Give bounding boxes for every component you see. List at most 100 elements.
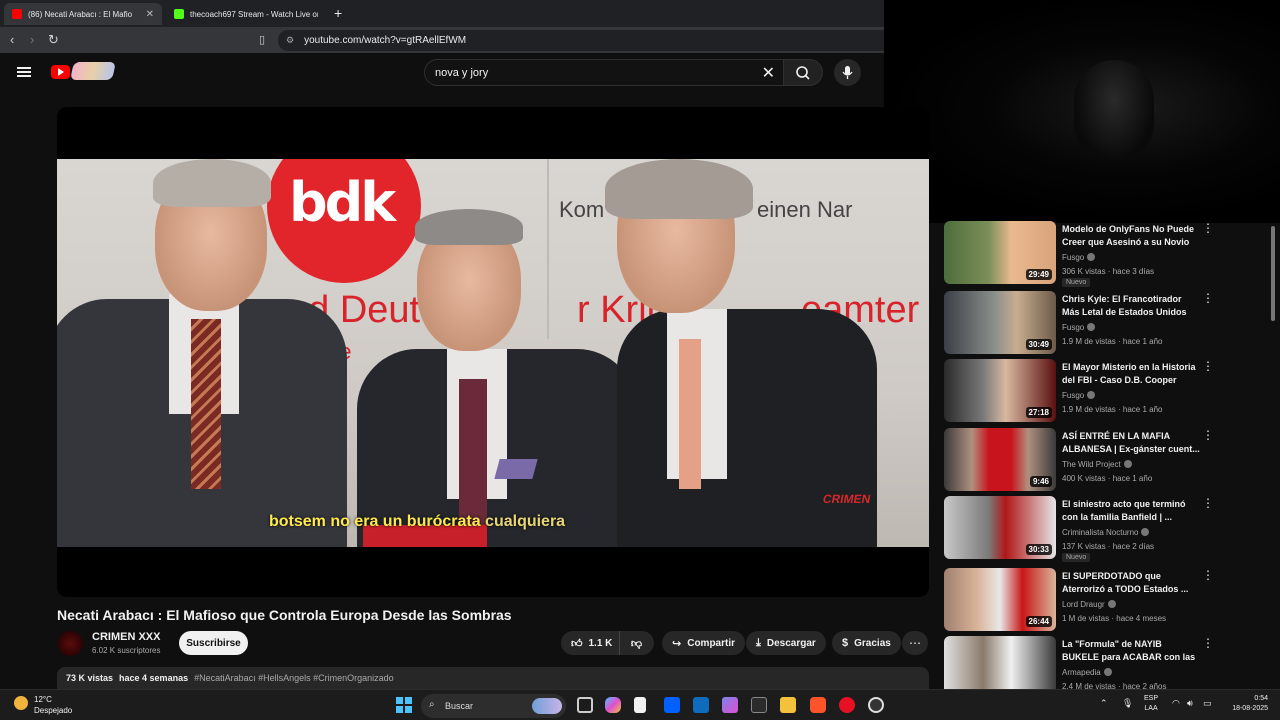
weather-widget[interactable]: 12°C Despejado [12,694,92,718]
clear-search-icon[interactable]: ✕ [762,63,775,83]
site-info-icon[interactable]: ⚙ [286,35,294,46]
browser-tab-kick[interactable]: thecoach697 Stream - Watch Live on [166,3,326,25]
search-button[interactable] [783,59,823,86]
wifi-icon[interactable]: ◠ [1172,698,1180,709]
scene-text-kom: Kom [559,197,605,222]
sidebar-scrollbar[interactable] [1271,226,1275,321]
store-icon[interactable] [751,697,767,713]
hashtags[interactable]: #NecatiArabacı #HellsAngels #CrimenOrgan… [194,673,394,683]
menu-icon[interactable] [17,67,31,77]
kebab-menu-icon[interactable]: ⋮ [1202,291,1214,305]
subscribe-button[interactable]: Suscribirse [179,631,248,655]
dropbox-icon[interactable] [664,697,680,713]
kebab-menu-icon[interactable]: ⋮ [1202,496,1214,510]
share-button[interactable]: ↪ Compartir [662,631,746,655]
start-button[interactable] [396,697,412,713]
task-view-icon[interactable] [577,697,593,713]
reload-icon[interactable]: ↻ [48,32,59,48]
search-input[interactable]: nova y jory ✕ [424,59,784,86]
search-highlight-icon [532,698,562,714]
tab-title: (86) Necati Arabacı : El Mafio [28,9,133,19]
description-box[interactable]: 73 K vistas hace 4 semanas #NecatiArabac… [57,667,929,689]
duration-badge: 29:49 [1025,269,1052,280]
voice-search-button[interactable] [834,59,861,86]
file-explorer-icon[interactable] [780,697,796,713]
search-query: nova y jory [435,66,489,79]
thanks-button[interactable]: $ Gracias [832,631,901,655]
man-right-hair [605,159,753,219]
recommendation-meta: 400 K vistas · hace 1 año [1062,474,1153,483]
kebab-menu-icon[interactable]: ⋮ [1202,221,1214,235]
recommendation-thumbnail[interactable]: 26:44 [944,568,1056,631]
download-label: Descargar [766,637,816,649]
download-button[interactable]: ⤓ Descargar [746,631,826,655]
notepad-icon[interactable] [634,697,646,713]
battery-icon[interactable]: ▭ [1203,698,1212,709]
recommendation-thumbnail[interactable]: 30:33 [944,496,1056,559]
recommendation-channel: Fusgo [1062,323,1096,332]
channel-subscribers: 6.02 K suscriptores [92,646,161,655]
recommendation-title: ASÍ ENTRÉ EN LA MAFIA ALBANESA | Ex-gáns… [1062,431,1200,454]
recommendation-item[interactable]: 29:49 Modelo de OnlyFans No Puede Creer … [944,221,1224,287]
bookmark-icon[interactable]: ▯ [259,33,265,46]
recommendation-channel: Fusgo [1062,391,1096,400]
duration-badge: 30:49 [1025,339,1052,350]
recommendation-meta: 137 K vistas · hace 2 días [1062,542,1155,551]
youtube-logo-icon[interactable] [51,65,70,79]
man-right-suit [617,309,877,547]
copilot-icon[interactable] [605,697,621,713]
recommendation-title: El Mayor Misterio en la Historia del FBI… [1062,362,1196,385]
back-icon[interactable]: ‹ [10,32,14,47]
recommendation-item[interactable]: 26:44 El SUPERDOTADO que Aterrorizó a TO… [944,568,1224,634]
taskbar-search[interactable]: ⌕ Buscar [421,694,566,718]
man-middle-tie [459,379,487,529]
outlook-icon[interactable] [693,697,709,713]
channel-name[interactable]: CRIMEN XXX [92,631,160,643]
recommendation-item[interactable]: 30:49 Chris Kyle: El Francotirador Más L… [944,291,1224,357]
tray-overflow-icon[interactable]: ⌃ [1100,698,1108,709]
recommendation-thumbnail[interactable]: 30:49 [944,291,1056,354]
recommendation-thumbnail[interactable]: 9:46 [944,428,1056,491]
video-player[interactable]: bdk Kom einen Nar nd Deut r Krim eamter … [57,107,929,597]
search-icon: ⌕ [429,699,435,710]
recommendation-item[interactable]: 30:33 El siniestro acto que terminó con … [944,496,1224,562]
forward-icon[interactable]: › [30,32,34,47]
more-actions-button[interactable]: ⋯ [902,631,928,655]
kebab-menu-icon[interactable]: ⋮ [1202,428,1214,442]
weather-condition: Despejado [34,706,73,715]
man-left-tie [191,319,221,489]
new-badge: Nuevo [1062,553,1091,562]
recommendation-thumbnail[interactable]: 29:49 [944,221,1056,284]
browser-tab-youtube[interactable]: (86) Necati Arabacı : El Mafio ✕ [4,3,162,25]
kebab-menu-icon[interactable]: ⋮ [1202,359,1214,373]
dislike-button[interactable]: 👎︎ [620,631,653,655]
brave-icon[interactable] [810,697,826,713]
kebab-menu-icon[interactable]: ⋮ [1202,568,1214,582]
language-indicator[interactable]: ESP LAA [1144,694,1158,714]
thanks-icon: $ [842,637,849,649]
recommendation-thumbnail[interactable]: 27:18 [944,359,1056,422]
like-button[interactable]: 👍︎ 1.1 K [561,631,620,655]
kebab-menu-icon[interactable]: ⋮ [1202,636,1214,650]
channel-label: Fusgo [1062,253,1085,262]
clock[interactable]: 0:54 18-08-2025 [1224,694,1268,714]
new-tab-button[interactable]: + [334,5,342,21]
duration-badge: 30:33 [1025,544,1052,555]
obs-icon[interactable] [868,697,884,713]
address-bar[interactable]: ⚙ youtube.com/watch?v=gtRAellEfWM [278,30,884,51]
recommendation-channel: Armapedia [1062,668,1112,677]
microphone-tray-icon[interactable]: 🎙︎ [1122,698,1133,709]
volume-icon[interactable]: 🔊︎ [1187,698,1193,709]
channel-avatar[interactable] [58,631,83,656]
recommendation-item[interactable]: 9:46 ASÍ ENTRÉ EN LA MAFIA ALBANESA | Ex… [944,428,1224,494]
youtube-doodle[interactable] [70,62,116,80]
url-text: youtube.com/watch?v=gtRAellEfWM [304,35,467,46]
close-tab-icon[interactable]: ✕ [140,9,154,20]
media-player-icon[interactable] [839,697,855,713]
youtube-favicon-icon [12,9,22,19]
teams-icon[interactable] [722,697,738,713]
browser-toolbar: ‹ › ↻ ▯ ⚙ youtube.com/watch?v=gtRAellEfW… [0,27,884,53]
recommendation-item[interactable]: 27:18 El Mayor Misterio en la Historia d… [944,359,1224,425]
subtitle-main: botsem no era un burócrata [269,513,481,530]
channel-label: Lord Draugr [1062,600,1105,609]
